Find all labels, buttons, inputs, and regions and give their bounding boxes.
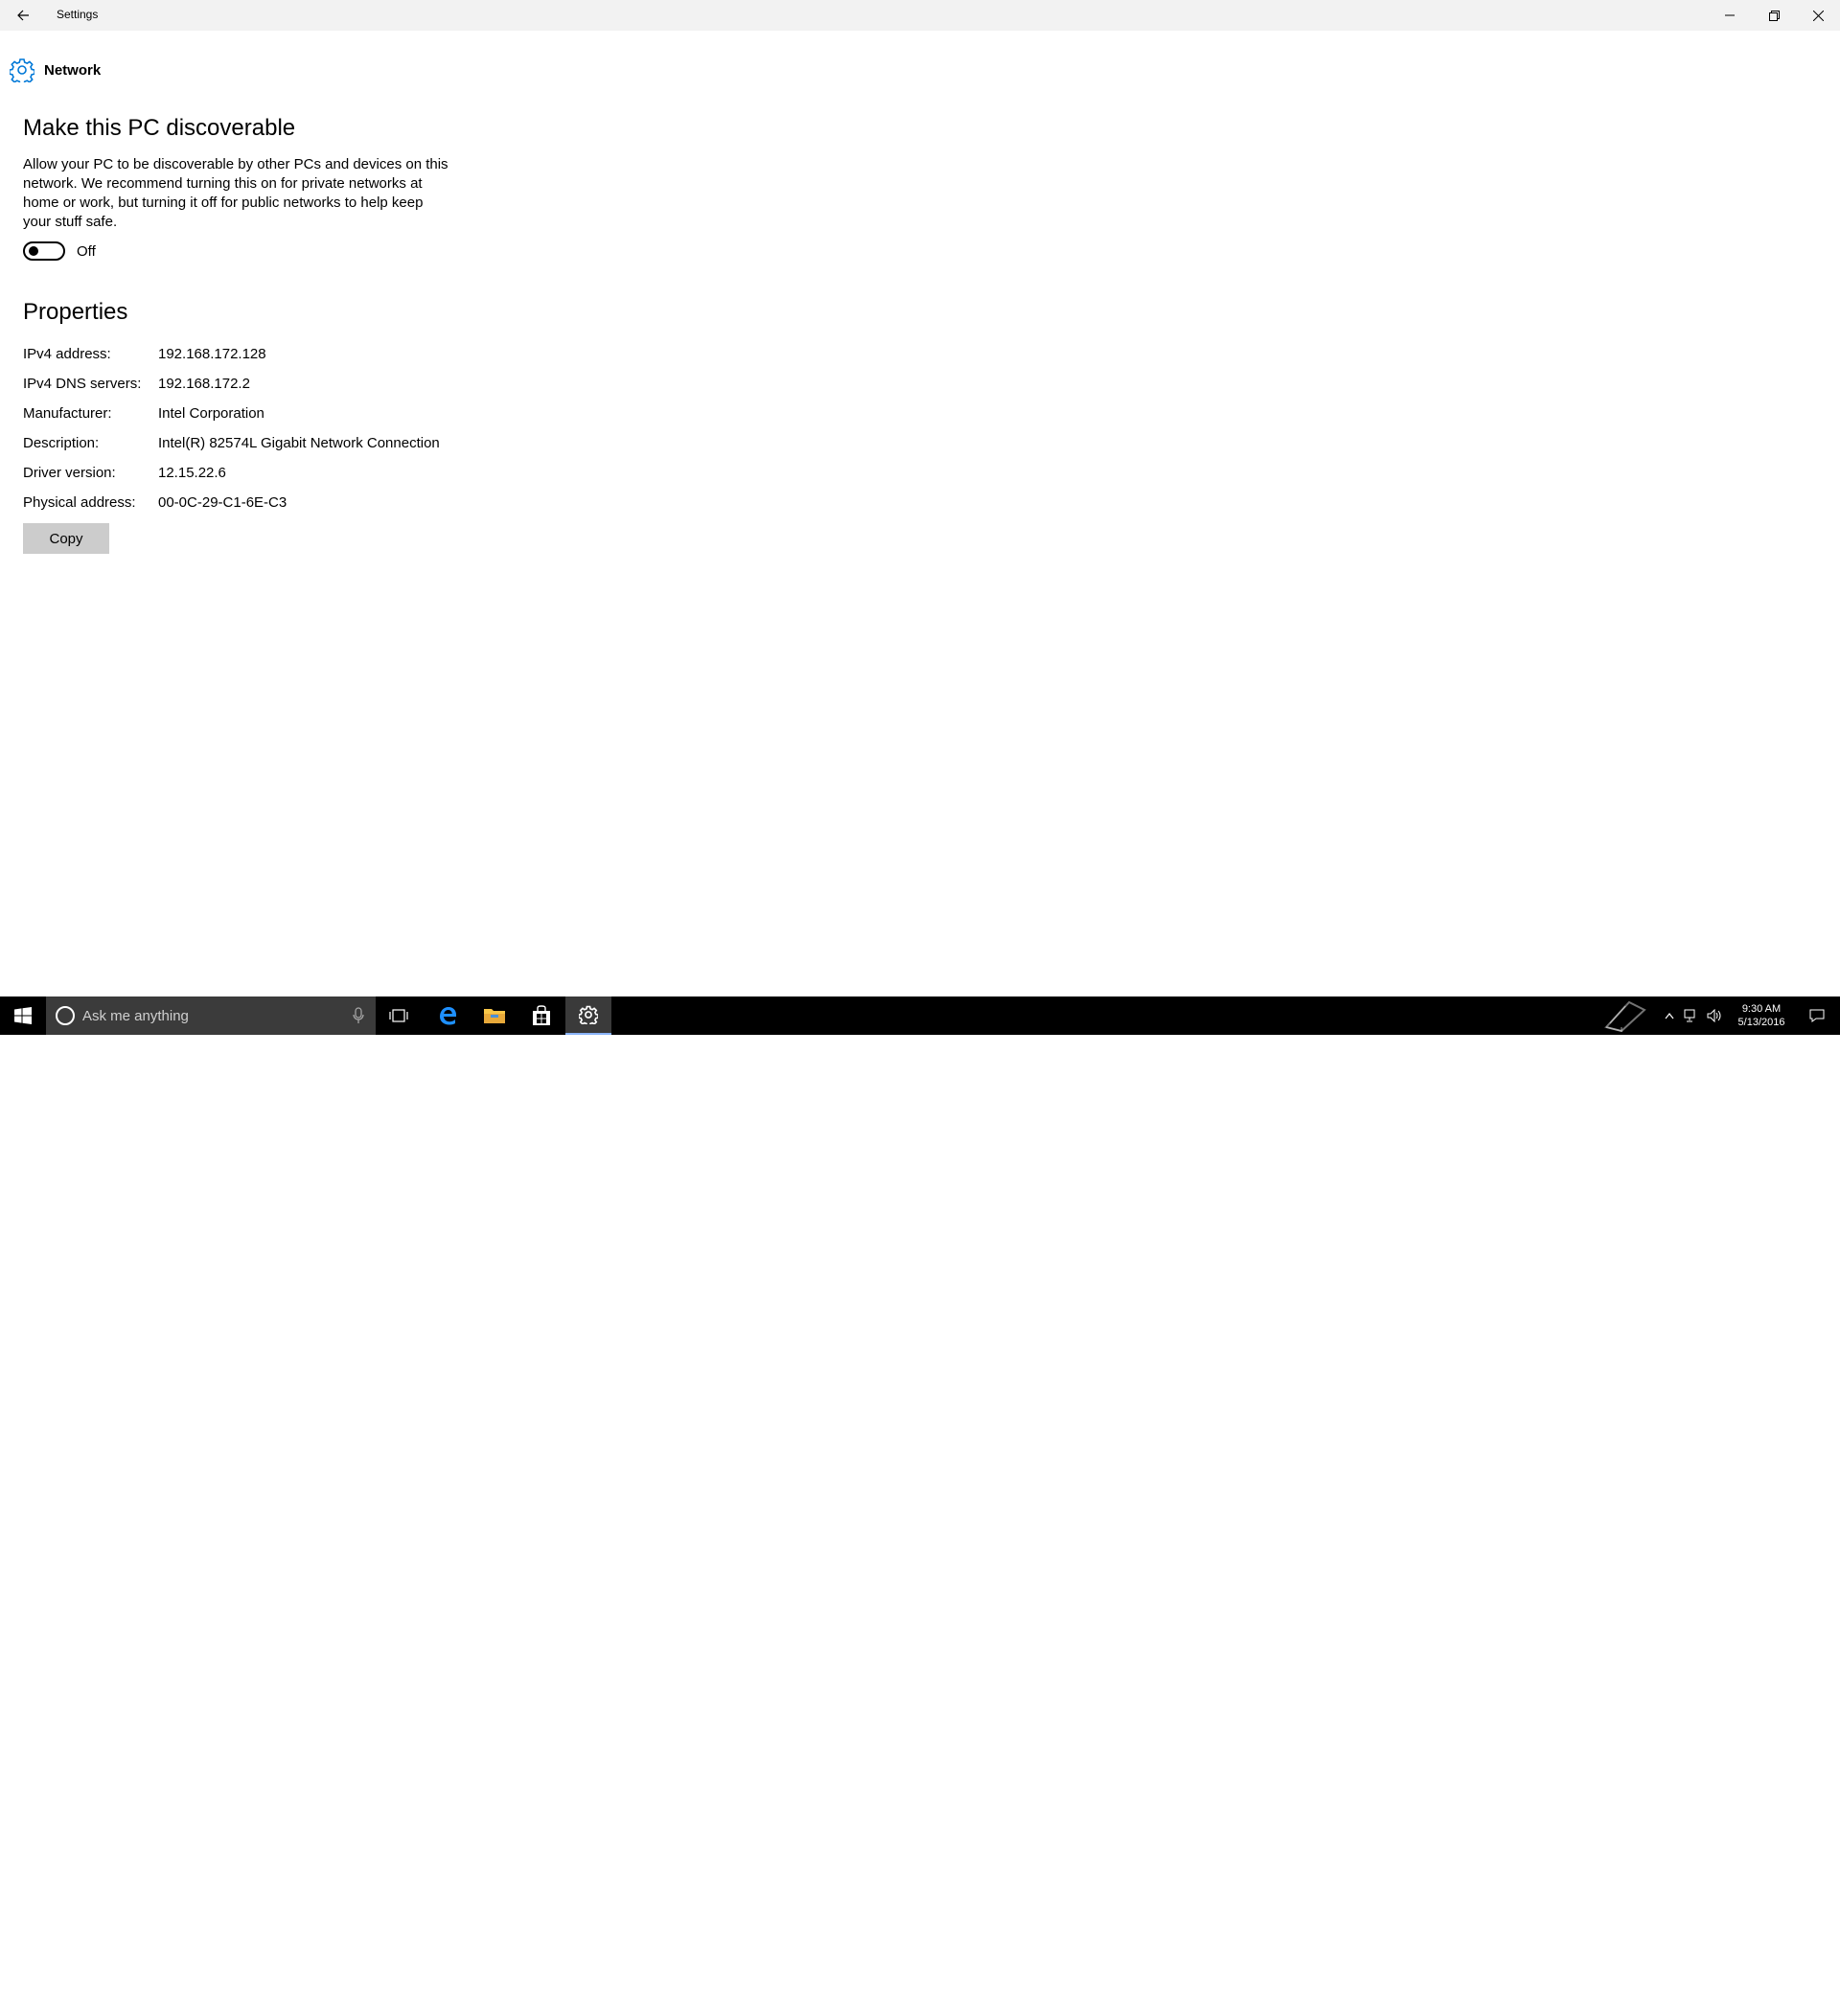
title-bar: Settings — [0, 0, 1840, 31]
discoverable-heading: Make this PC discoverable — [23, 115, 296, 141]
gear-icon — [10, 58, 34, 82]
windows-logo-icon — [14, 1007, 32, 1024]
property-key: IPv4 DNS servers: — [23, 376, 142, 392]
minimize-icon — [1725, 14, 1735, 16]
close-button[interactable] — [1796, 0, 1840, 31]
watermark-book-icon — [1598, 997, 1650, 1035]
clock-time: 9:30 AM — [1741, 1003, 1782, 1015]
property-key: Physical address: — [23, 494, 136, 511]
chevron-up-icon — [1665, 1013, 1674, 1019]
property-value: Intel(R) 82574L Gigabit Network Connecti… — [158, 435, 440, 451]
microphone-icon[interactable] — [349, 1006, 368, 1025]
network-tray-button[interactable] — [1681, 997, 1702, 1035]
discoverable-toggle[interactable] — [23, 241, 65, 261]
search-placeholder: Ask me anything — [82, 1007, 189, 1024]
store-button[interactable] — [518, 997, 564, 1035]
property-key: IPv4 address: — [23, 346, 111, 362]
task-view-button[interactable] — [376, 997, 422, 1035]
property-value: 12.15.22.6 — [158, 465, 226, 481]
minimize-button[interactable] — [1708, 0, 1752, 31]
properties-heading: Properties — [23, 299, 128, 325]
property-row: Driver version: 12.15.22.6 — [23, 458, 464, 488]
property-value: Intel Corporation — [158, 405, 264, 422]
property-key: Manufacturer: — [23, 405, 112, 422]
gear-icon — [579, 1005, 598, 1024]
page-header: Network — [10, 57, 101, 82]
volume-tray-button[interactable] — [1704, 997, 1727, 1035]
cortana-search-box[interactable]: Ask me anything — [46, 997, 376, 1035]
task-view-icon — [389, 1009, 408, 1022]
file-explorer-button[interactable] — [472, 997, 518, 1035]
property-key: Description: — [23, 435, 100, 451]
action-center-button[interactable] — [1798, 997, 1836, 1035]
main-content: Make this PC discoverable Allow your PC … — [23, 113, 464, 554]
property-row: Manufacturer: Intel Corporation — [23, 399, 464, 428]
property-row: IPv4 address: 192.168.172.128 — [23, 339, 464, 369]
property-value: 00-0C-29-C1-6E-C3 — [158, 494, 288, 511]
watermark-text: TheCollectionBook — [1658, 1997, 1787, 2015]
show-hidden-icons-button[interactable] — [1660, 997, 1679, 1035]
copy-button[interactable]: Copy — [23, 523, 109, 554]
properties-list: IPv4 address: 192.168.172.128 IPv4 DNS s… — [23, 339, 464, 517]
cortana-icon — [56, 1006, 75, 1025]
network-icon — [1684, 1009, 1695, 1022]
settings-taskbar-button[interactable] — [565, 997, 611, 1035]
toggle-state-label: Off — [77, 242, 96, 260]
property-row: Physical address: 00-0C-29-C1-6E-C3 — [23, 488, 464, 517]
discoverable-description: Allow your PC to be discoverable by othe… — [23, 156, 448, 230]
restore-button[interactable] — [1752, 0, 1796, 31]
back-button[interactable] — [8, 0, 38, 31]
restore-icon — [1768, 10, 1780, 21]
edge-browser-button[interactable] — [425, 997, 471, 1035]
page-title: Network — [44, 61, 102, 79]
property-value: 192.168.172.2 — [158, 376, 250, 392]
taskbar: Ask me anything TheCollectionBook 9:30 A… — [0, 997, 1840, 2015]
property-row: Description: Intel(R) 82574L Gigabit Net… — [23, 428, 464, 458]
store-icon — [533, 1005, 550, 1025]
property-key: Driver version: — [23, 465, 116, 481]
toggle-knob — [29, 246, 38, 256]
back-arrow-icon — [17, 10, 29, 21]
speaker-icon — [1707, 1009, 1721, 1022]
start-button[interactable] — [0, 997, 46, 1035]
folder-icon — [484, 1009, 505, 1023]
discoverable-toggle-row: Off — [23, 240, 464, 263]
edge-icon — [440, 1007, 456, 1025]
clock-date: 5/13/2016 — [1737, 1017, 1785, 1028]
property-row: IPv4 DNS servers: 192.168.172.2 — [23, 369, 464, 399]
close-icon — [1812, 10, 1824, 21]
property-value: 192.168.172.128 — [158, 346, 266, 362]
clock[interactable]: 9:30 AM 5/13/2016 — [1731, 997, 1792, 1035]
window-title: Settings — [57, 8, 99, 21]
notification-icon — [1809, 1009, 1825, 1022]
